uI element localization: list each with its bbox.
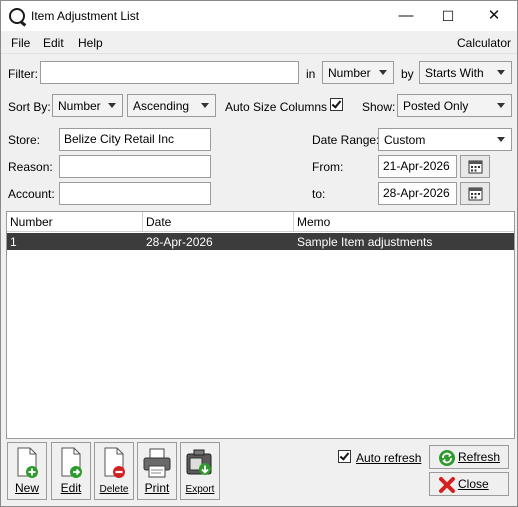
new-label: New [14,481,39,495]
from-label: From: [312,160,344,174]
minimize-button[interactable]: — [383,1,429,31]
close-button[interactable]: Close [429,472,509,496]
title-bar: Item Adjustment List — ☐ ✕ [1,1,517,31]
menu-help[interactable]: Help [78,36,103,50]
maximize-button[interactable]: ☐ [425,1,471,31]
edit-label: Edit [60,481,82,495]
sort-field-value: Number [58,99,101,113]
date-range-select[interactable]: Custom [378,128,512,151]
refresh-label: Refresh [458,450,501,464]
auto-refresh-label: Auto refresh [356,451,422,465]
export-icon [186,449,212,475]
date-range-value: Custom [384,133,426,147]
auto-size-columns-checkbox[interactable] [330,98,343,111]
store-field[interactable]: Belize City Retail Inc [59,128,211,151]
show-label: Show: [362,100,396,114]
close-x-icon [439,477,455,493]
to-label: to: [312,187,326,201]
delete-label: Delete [99,484,129,495]
filter-field-select[interactable]: Number [322,61,394,84]
store-label: Store: [8,133,41,147]
export-button[interactable]: Export [180,442,220,500]
delete-document-icon [104,447,125,478]
checkmark-icon [339,450,350,461]
adjustments-table[interactable]: Number Date Memo 1 28-Apr-2026 Sample It… [6,211,515,439]
column-header-number[interactable]: Number [10,215,53,229]
from-calendar-button[interactable] [460,155,490,178]
filter-match-select[interactable]: Starts With [419,61,512,84]
new-document-icon [17,447,38,478]
menu-bar: File Edit Help Calculator [1,32,517,54]
window-title: Item Adjustment List [31,9,140,23]
show-select[interactable]: Posted Only [397,94,512,117]
column-divider[interactable] [142,212,143,232]
cell-memo: Sample Item adjustments [297,235,433,249]
refresh-icon [439,450,455,466]
filter-field-value: Number [328,66,371,80]
item-adjustment-window: Item Adjustment List — ☐ ✕ File Edit Hel… [0,0,518,507]
edit-document-icon [61,447,82,478]
chevron-down-icon [497,137,505,142]
table-header: Number Date Memo [7,212,514,232]
menu-file[interactable]: File [11,36,30,50]
sort-by-label: Sort By: [8,100,51,114]
chevron-down-icon [497,103,505,108]
app-logo-icon [9,8,25,24]
calendar-icon [468,187,483,201]
column-header-memo[interactable]: Memo [297,215,330,229]
column-divider[interactable] [293,212,294,232]
cell-date: 28-Apr-2026 [146,235,213,249]
show-value: Posted Only [403,99,469,113]
to-date-field[interactable]: 28-Apr-2026 [378,182,457,205]
checkmark-icon [331,98,342,109]
menu-calculator[interactable]: Calculator [457,36,511,50]
date-range-label: Date Range: [312,133,380,147]
chevron-down-icon [497,70,505,75]
filter-in-label: in [306,67,316,81]
auto-refresh-checkbox[interactable] [338,450,351,463]
print-label: Print [144,481,170,495]
sort-order-select[interactable]: Ascending [127,94,216,117]
chevron-down-icon [201,103,209,108]
print-button[interactable]: Print [137,442,177,500]
filter-input[interactable] [40,61,299,84]
menu-edit[interactable]: Edit [43,36,64,50]
table-row[interactable]: 1 28-Apr-2026 Sample Item adjustments [7,233,514,250]
printer-icon [143,448,171,478]
filter-match-value: Starts With [425,66,484,80]
filter-label: Filter: [8,67,38,81]
account-field[interactable] [59,182,211,205]
account-label: Account: [8,187,55,201]
new-button[interactable]: New [7,442,47,500]
close-window-button[interactable]: ✕ [471,1,517,31]
cell-number: 1 [10,235,17,249]
chevron-down-icon [379,70,387,75]
column-header-date[interactable]: Date [146,215,171,229]
filter-by-label: by [401,67,414,81]
delete-button[interactable]: Delete [94,442,134,500]
auto-size-columns-label: Auto Size Columns [225,100,328,114]
export-label: Export [185,484,215,495]
sort-field-select[interactable]: Number [52,94,123,117]
refresh-button[interactable]: Refresh [429,445,509,469]
edit-button[interactable]: Edit [51,442,91,500]
sort-order-value: Ascending [133,99,190,113]
from-date-field[interactable]: 21-Apr-2026 [378,155,457,178]
chevron-down-icon [108,103,116,108]
close-label: Close [458,477,489,491]
calendar-icon [468,160,483,174]
to-calendar-button[interactable] [460,182,490,205]
reason-label: Reason: [8,160,53,174]
reason-field[interactable] [59,155,211,178]
